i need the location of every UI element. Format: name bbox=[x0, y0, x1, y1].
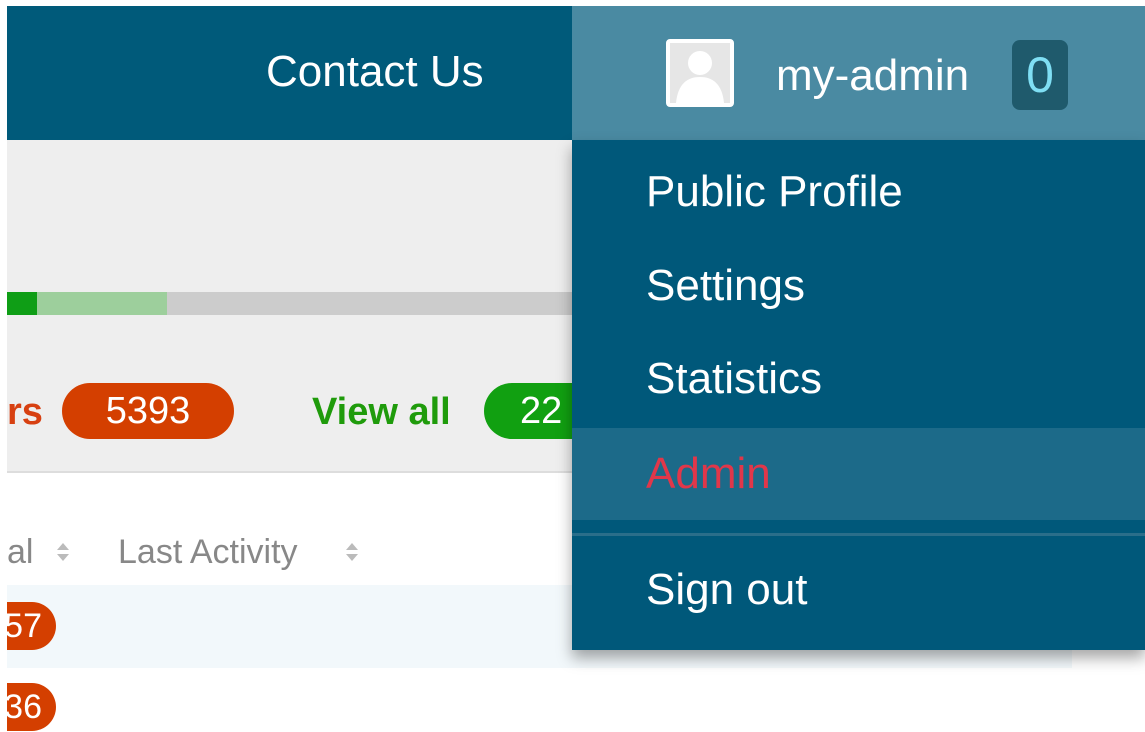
view-all-link[interactable]: View all bbox=[312, 388, 451, 436]
user-dropdown-menu: Public Profile Settings Statistics Admin… bbox=[572, 140, 1145, 650]
menu-item-admin[interactable]: Admin bbox=[572, 428, 1145, 520]
column-header-last-activity[interactable]: Last Activity bbox=[118, 530, 298, 574]
notification-count-badge: 0 bbox=[1012, 40, 1068, 110]
menu-item-public-profile[interactable]: Public Profile bbox=[572, 146, 1145, 238]
menu-divider bbox=[572, 533, 1145, 536]
user-menu-toggle[interactable]: my-admin 0 bbox=[572, 6, 1145, 140]
user-silhouette-icon bbox=[670, 43, 730, 103]
progress-segment-complete bbox=[7, 292, 37, 315]
menu-item-label: Sign out bbox=[646, 565, 808, 614]
table-row-value-badge: 36 bbox=[0, 683, 56, 731]
menu-item-sign-out[interactable]: Sign out bbox=[572, 544, 1145, 636]
table-row-value-badge: 57 bbox=[0, 602, 56, 650]
menu-item-statistics[interactable]: Statistics bbox=[572, 333, 1145, 425]
stat-label: rs bbox=[7, 391, 43, 433]
nav-link-contact-us[interactable]: Contact Us bbox=[266, 46, 484, 98]
menu-item-settings[interactable]: Settings bbox=[572, 240, 1145, 332]
left-edge bbox=[0, 0, 7, 732]
stat-count-badge: 5393 bbox=[62, 383, 234, 439]
menu-item-label: Settings bbox=[646, 261, 805, 310]
progress-bar bbox=[7, 292, 607, 315]
progress-segment-partial bbox=[37, 292, 167, 315]
username-label: my-admin bbox=[776, 51, 970, 100]
menu-item-label: Statistics bbox=[646, 354, 823, 403]
column-header-partial[interactable]: al bbox=[7, 530, 33, 574]
avatar bbox=[666, 39, 734, 107]
sort-icon[interactable] bbox=[343, 537, 361, 567]
sort-icon[interactable] bbox=[54, 537, 72, 567]
menu-item-label: Admin bbox=[646, 449, 771, 498]
menu-item-label: Public Profile bbox=[646, 167, 903, 216]
